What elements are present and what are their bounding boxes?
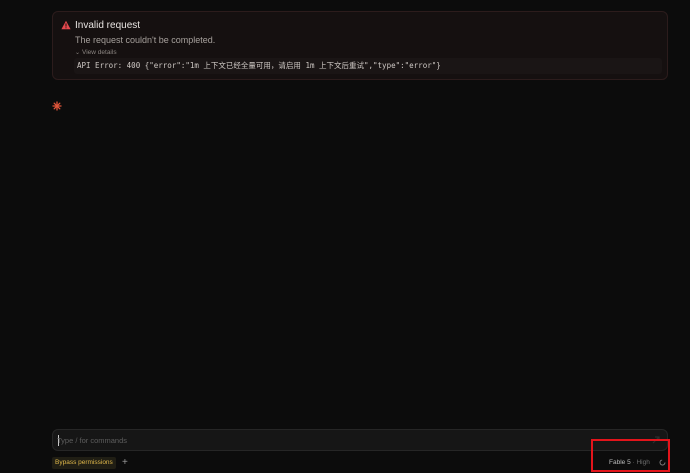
- model-selector[interactable]: Fable 5 · High: [609, 458, 650, 468]
- error-details-text: API Error: 400 {"error":"1m 上下文已经全量可用，请启…: [77, 61, 441, 70]
- chevron-down-icon: ⌄: [75, 50, 81, 56]
- prompt-input-box[interactable]: [52, 429, 668, 451]
- permission-mode-button[interactable]: Bypass permissions: [52, 457, 116, 469]
- warning-triangle-icon: [61, 20, 71, 30]
- view-details-label: View details: [82, 49, 117, 56]
- error-title: Invalid request: [75, 20, 141, 31]
- error-card: Invalid request The request couldn't be …: [52, 11, 668, 80]
- model-name: Fable 5: [609, 459, 631, 466]
- view-details-toggle[interactable]: ⌄ View details: [75, 49, 117, 57]
- send-icon[interactable]: [651, 435, 661, 445]
- error-details-box: API Error: 400 {"error":"1m 上下文已经全量可用，请启…: [74, 58, 662, 74]
- app-window: Invalid request The request couldn't be …: [0, 0, 690, 473]
- model-effort-level: High: [636, 459, 650, 466]
- spinner-icon: [659, 459, 666, 466]
- error-message: The request couldn't be completed.: [75, 35, 216, 45]
- add-button[interactable]: +: [122, 456, 128, 469]
- asterisk-spinner-icon: [52, 101, 62, 111]
- prompt-input[interactable]: [57, 432, 637, 448]
